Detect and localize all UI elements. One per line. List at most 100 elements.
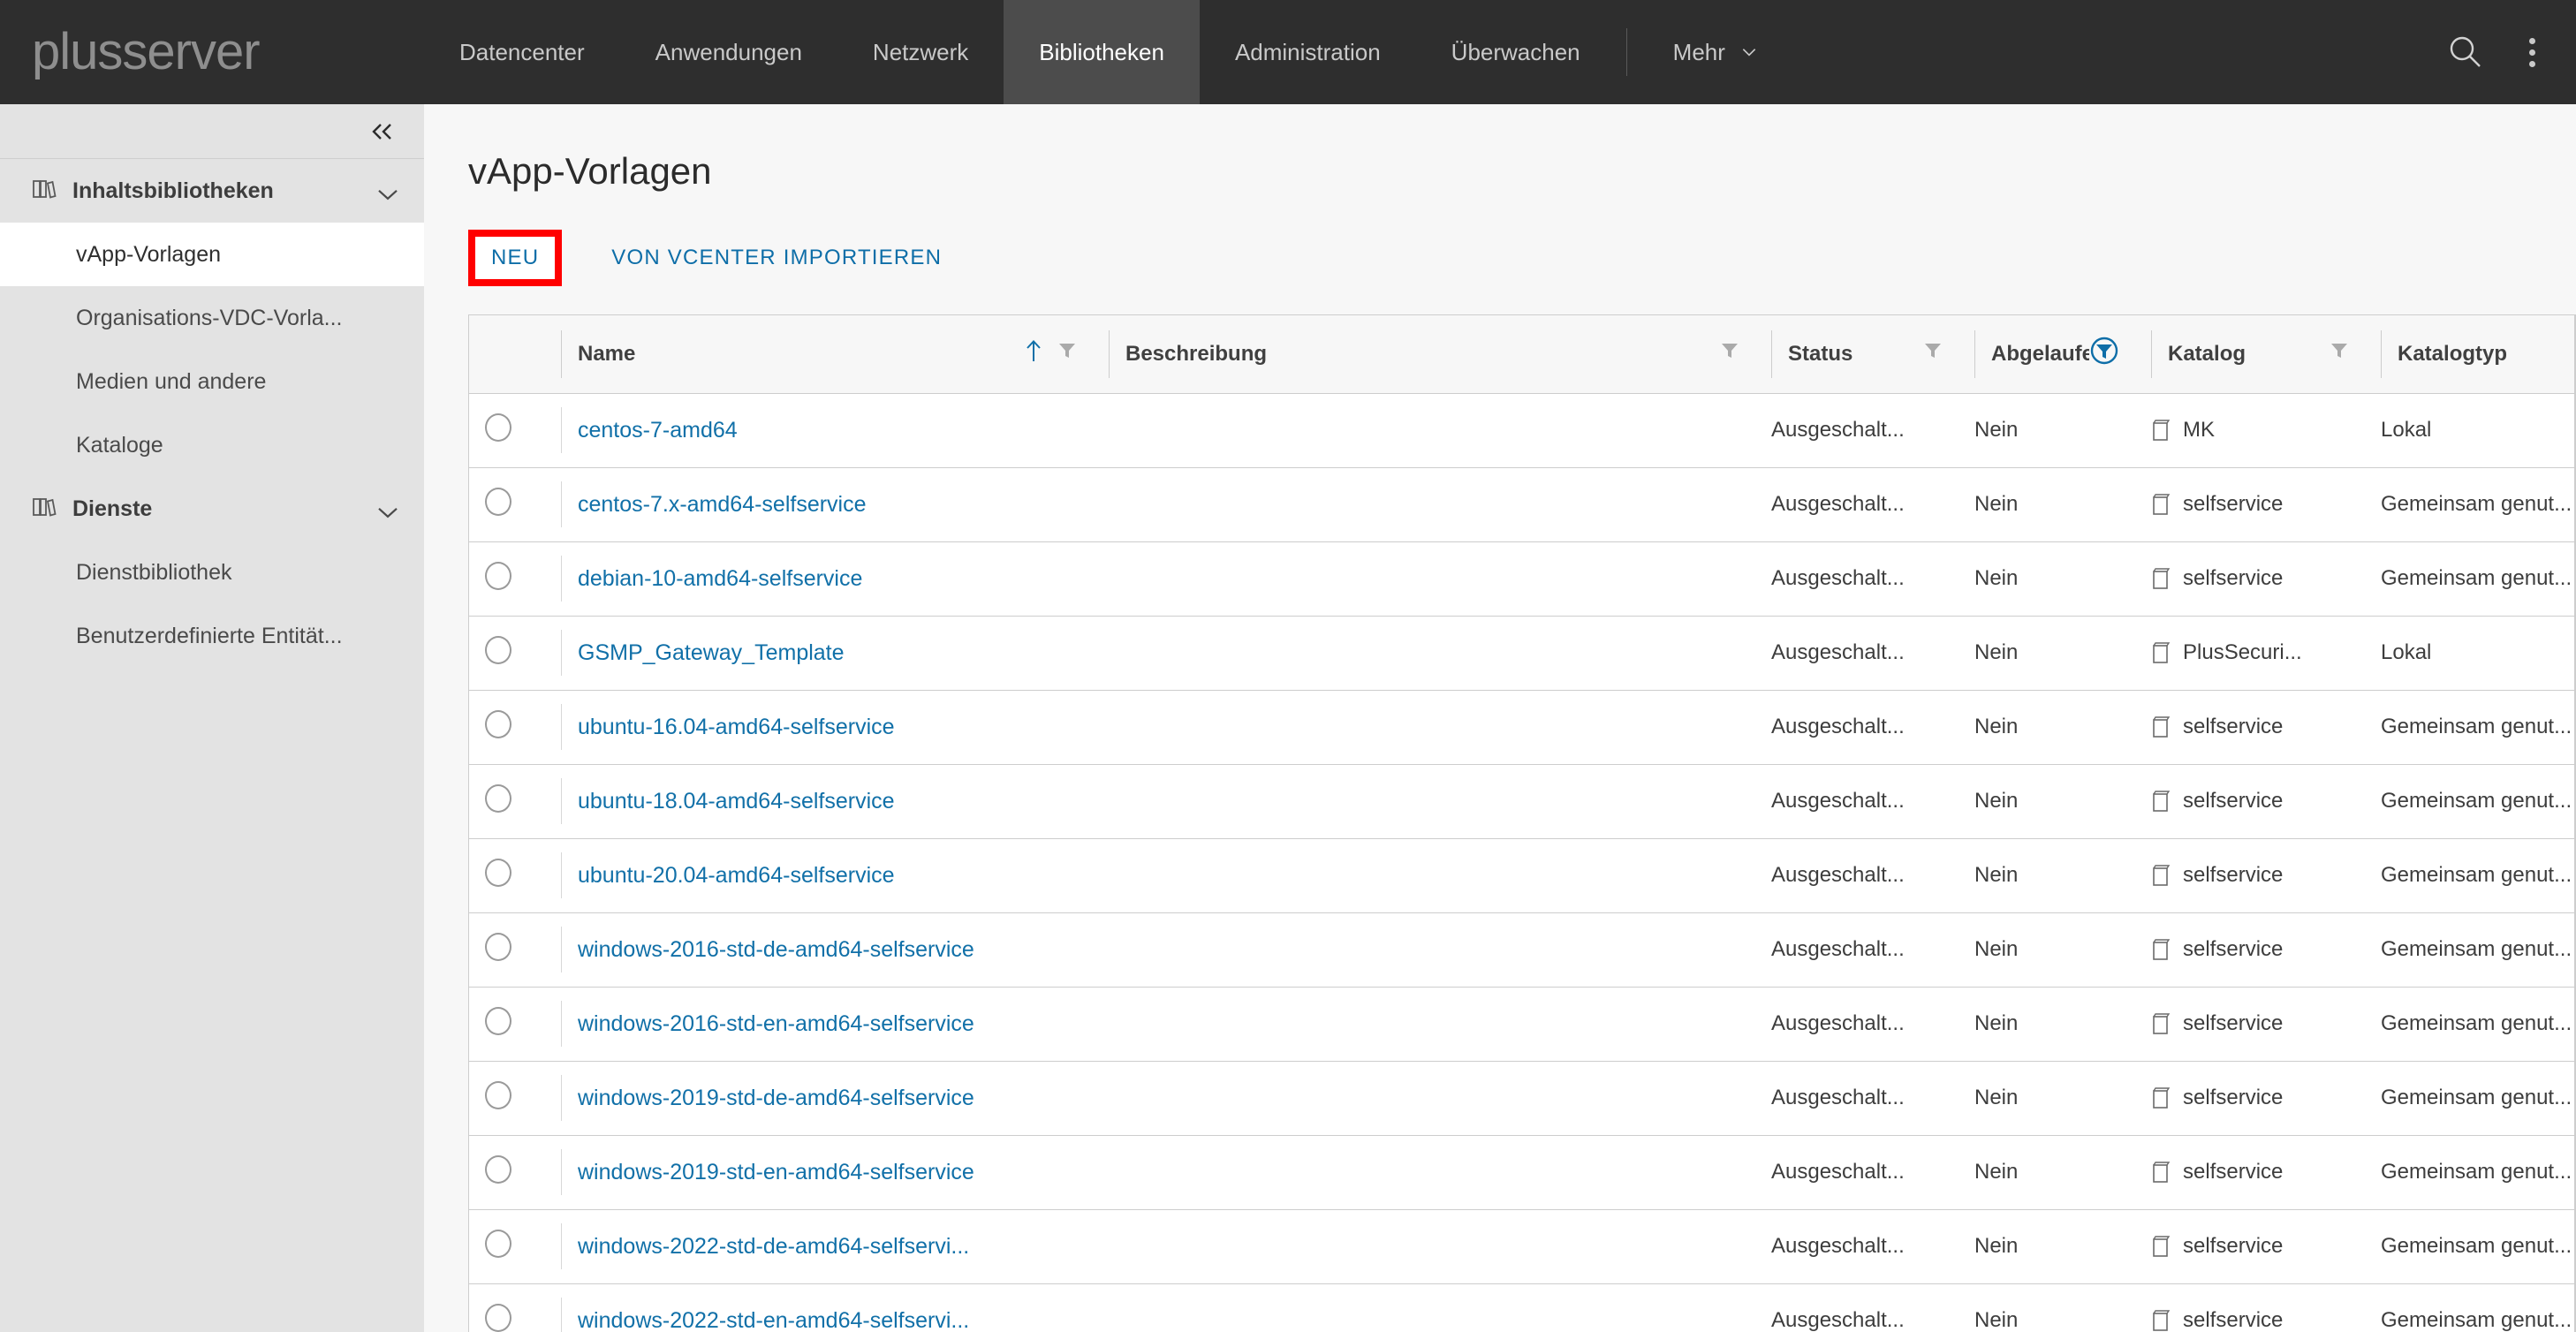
column-header-beschreibung[interactable]: Beschreibung	[1093, 315, 1755, 394]
row-select-cell[interactable]	[469, 1209, 545, 1284]
template-name-link[interactable]: GSMP_Gateway_Template	[578, 640, 845, 666]
nav-item-administration[interactable]: Administration	[1200, 0, 1416, 104]
row-catalogtype-cell: Lokal	[2365, 393, 2575, 468]
row-radio-button[interactable]	[485, 932, 511, 961]
table-row[interactable]: centos-7.x-amd64-selfservice Ausgeschalt…	[469, 467, 2575, 542]
sidebar-group-inhaltsbibliotheken[interactable]: Inhaltsbibliotheken	[0, 159, 424, 223]
sidebar-item-vapp-vorlagen[interactable]: vApp-Vorlagen	[0, 223, 424, 286]
filter-icon[interactable]	[1923, 341, 1943, 367]
filter-icon[interactable]	[1057, 341, 1077, 367]
template-name-link[interactable]: windows-2019-std-de-amd64-selfservice	[578, 1086, 974, 1111]
column-label: Abgelaufen	[1991, 341, 2089, 366]
sidebar-item-benutzerdefinierte-entitaeten[interactable]: Benutzerdefinierte Entität...	[0, 604, 424, 668]
row-select-cell[interactable]	[469, 393, 545, 468]
row-select-cell[interactable]	[469, 690, 545, 765]
brand-logo[interactable]: plusserver	[0, 0, 424, 104]
row-radio-button[interactable]	[485, 412, 511, 442]
row-status-cell: Ausgeschalt...	[1755, 1283, 1959, 1332]
chevron-down-icon[interactable]	[376, 182, 399, 208]
nav-item-datencenter[interactable]: Datencenter	[424, 0, 620, 104]
row-expired-cell: Nein	[1959, 1061, 2135, 1136]
row-select-cell[interactable]	[469, 838, 545, 913]
table-row[interactable]: debian-10-amd64-selfservice Ausgeschalt.…	[469, 541, 2575, 617]
column-header-name[interactable]: Name	[545, 315, 1093, 394]
column-header-abgelaufen[interactable]: Abgelaufen	[1959, 315, 2135, 394]
column-header-katalogtyp[interactable]: Katalogtyp	[2365, 315, 2575, 394]
row-select-cell[interactable]	[469, 616, 545, 691]
row-radio-button[interactable]	[485, 858, 511, 887]
catalog-icon	[2153, 939, 2171, 960]
row-expired-cell: Nein	[1959, 987, 2135, 1062]
sidebar-item-dienstbibliothek[interactable]: Dienstbibliothek	[0, 541, 424, 604]
table-row[interactable]: windows-2016-std-de-amd64-selfservice Au…	[469, 912, 2575, 988]
row-radio-button[interactable]	[485, 635, 511, 664]
row-radio-button[interactable]	[485, 1229, 511, 1258]
row-radio-button[interactable]	[485, 1006, 511, 1035]
table-row[interactable]: windows-2019-std-de-amd64-selfservice Au…	[469, 1061, 2575, 1136]
nav-item-label: Netzwerk	[872, 38, 969, 65]
row-radio-button[interactable]	[485, 561, 511, 590]
table-row[interactable]: windows-2022-std-de-amd64-selfservi... A…	[469, 1209, 2575, 1284]
table-row[interactable]: ubuntu-20.04-amd64-selfservice Ausgescha…	[469, 838, 2575, 913]
row-select-cell[interactable]	[469, 1283, 545, 1332]
row-select-cell[interactable]	[469, 987, 545, 1062]
row-expired-cell: Nein	[1959, 1209, 2135, 1284]
column-header-katalog[interactable]: Katalog	[2135, 315, 2365, 394]
template-name-link[interactable]: ubuntu-20.04-amd64-selfservice	[578, 863, 895, 889]
sidebar-item-medien-und-andere[interactable]: Medien und andere	[0, 350, 424, 413]
new-button[interactable]: NEU	[468, 230, 563, 286]
sidebar-item-organisations-vdc-vorlagen[interactable]: Organisations-VDC-Vorla...	[0, 286, 424, 350]
row-select-cell[interactable]	[469, 1061, 545, 1136]
catalog-name: selfservice	[2183, 863, 2284, 887]
template-name-link[interactable]: ubuntu-16.04-amd64-selfservice	[578, 715, 895, 740]
row-select-cell[interactable]	[469, 541, 545, 617]
row-radio-button[interactable]	[485, 1303, 511, 1332]
search-icon[interactable]	[2446, 33, 2485, 72]
sidebar-collapse-button[interactable]	[0, 104, 424, 159]
vertical-dots-icon[interactable]	[2519, 33, 2546, 72]
template-name-link[interactable]: centos-7.x-amd64-selfservice	[578, 492, 867, 518]
nav-item-netzwerk[interactable]: Netzwerk	[837, 0, 1004, 104]
template-name-link[interactable]: windows-2016-std-de-amd64-selfservice	[578, 937, 974, 963]
template-name-link[interactable]: centos-7-amd64	[578, 418, 738, 443]
template-name-link[interactable]: windows-2022-std-en-amd64-selfservi...	[578, 1308, 969, 1332]
sidebar-item-kataloge[interactable]: Kataloge	[0, 413, 424, 477]
row-radio-button[interactable]	[485, 709, 511, 738]
row-select-cell[interactable]	[469, 467, 545, 542]
filter-icon[interactable]	[1720, 341, 1739, 367]
filter-icon[interactable]	[2330, 341, 2349, 367]
table-row[interactable]: windows-2016-std-en-amd64-selfservice Au…	[469, 987, 2575, 1062]
sidebar-group-dienste[interactable]: Dienste	[0, 477, 424, 541]
row-select-cell[interactable]	[469, 764, 545, 839]
table-row[interactable]: ubuntu-18.04-amd64-selfservice Ausgescha…	[469, 764, 2575, 839]
nav-item-anwendungen[interactable]: Anwendungen	[620, 0, 837, 104]
filter-active-icon[interactable]	[2089, 336, 2119, 372]
table-row[interactable]: GSMP_Gateway_Template Ausgeschalt... Nei…	[469, 616, 2575, 691]
nav-item-mehr[interactable]: Mehr	[1638, 0, 1792, 104]
table-row[interactable]: windows-2022-std-en-amd64-selfservi... A…	[469, 1283, 2575, 1332]
row-catalogtype-cell: Gemeinsam genut...	[2365, 1135, 2575, 1210]
row-description-cell	[1093, 912, 1755, 988]
template-name-link[interactable]: windows-2022-std-de-amd64-selfservi...	[578, 1234, 969, 1260]
row-name-cell: centos-7.x-amd64-selfservice	[545, 467, 1093, 542]
import-button-label: VON VCENTER IMPORTIEREN	[611, 246, 943, 269]
table-row[interactable]: windows-2019-std-en-amd64-selfservice Au…	[469, 1135, 2575, 1210]
row-radio-button[interactable]	[485, 783, 511, 813]
row-radio-button[interactable]	[485, 487, 511, 516]
template-name-link[interactable]: debian-10-amd64-selfservice	[578, 566, 862, 592]
row-radio-button[interactable]	[485, 1080, 511, 1109]
row-select-cell[interactable]	[469, 912, 545, 988]
template-name-link[interactable]: windows-2016-std-en-amd64-selfservice	[578, 1011, 974, 1037]
nav-item-ueberwachen[interactable]: Überwachen	[1416, 0, 1616, 104]
row-radio-button[interactable]	[485, 1154, 511, 1184]
table-row[interactable]: ubuntu-16.04-amd64-selfservice Ausgescha…	[469, 690, 2575, 765]
template-name-link[interactable]: windows-2019-std-en-amd64-selfservice	[578, 1160, 974, 1185]
nav-item-bibliotheken[interactable]: Bibliotheken	[1004, 0, 1200, 104]
row-select-cell[interactable]	[469, 1135, 545, 1210]
import-from-vcenter-button[interactable]: VON VCENTER IMPORTIEREN	[611, 246, 942, 270]
sort-ascending-icon[interactable]	[1024, 338, 1043, 369]
table-row[interactable]: centos-7-amd64 Ausgeschalt... Nein MK Lo…	[469, 393, 2575, 468]
column-header-status[interactable]: Status	[1755, 315, 1959, 394]
chevron-down-icon[interactable]	[376, 500, 399, 526]
template-name-link[interactable]: ubuntu-18.04-amd64-selfservice	[578, 789, 895, 814]
